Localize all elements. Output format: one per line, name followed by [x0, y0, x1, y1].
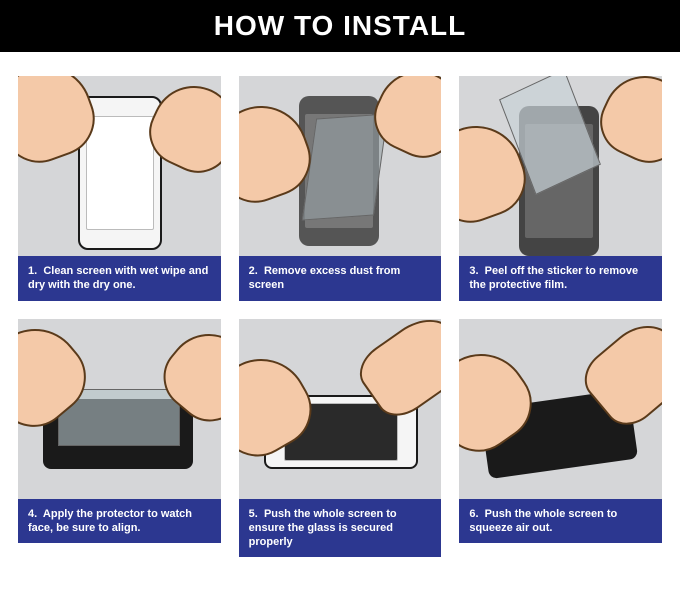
step-caption-3: 3. Peel off the sticker to remove the pr…	[459, 256, 662, 301]
step-num: 1.	[28, 265, 37, 277]
step-text: Push the whole screen to ensure the glas…	[249, 508, 397, 549]
step-illustration-3	[459, 76, 662, 256]
step-caption-1: 1. Clean screen with wet wipe and dry wi…	[18, 256, 221, 301]
step-illustration-1	[18, 76, 221, 256]
step-caption-4: 4. Apply the protector to watch face, be…	[18, 499, 221, 544]
step-num: 6.	[469, 508, 478, 520]
step-num: 5.	[249, 508, 258, 520]
step-illustration-6	[459, 319, 662, 499]
step-text: Remove excess dust from screen	[249, 265, 401, 291]
step-text: Peel off the sticker to remove the prote…	[469, 265, 638, 291]
step-num: 4.	[28, 508, 37, 520]
step-caption-6: 6. Push the whole screen to squeeze air …	[459, 499, 662, 544]
step-card-4: 4. Apply the protector to watch face, be…	[18, 319, 221, 558]
step-card-6: 6. Push the whole screen to squeeze air …	[459, 319, 662, 558]
step-illustration-5	[239, 319, 442, 499]
step-illustration-4	[18, 319, 221, 499]
step-illustration-2	[239, 76, 442, 256]
step-text: Push the whole screen to squeeze air out…	[469, 508, 617, 534]
step-card-2: 2. Remove excess dust from screen	[239, 76, 442, 301]
step-num: 3.	[469, 265, 478, 277]
step-text: Clean screen with wet wipe and dry with …	[28, 265, 208, 291]
step-card-3: 3. Peel off the sticker to remove the pr…	[459, 76, 662, 301]
step-card-5: 5. Push the whole screen to ensure the g…	[239, 319, 442, 558]
step-card-1: 1. Clean screen with wet wipe and dry wi…	[18, 76, 221, 301]
step-caption-5: 5. Push the whole screen to ensure the g…	[239, 499, 442, 558]
step-text: Apply the protector to watch face, be su…	[28, 508, 192, 534]
page-title: HOW TO INSTALL	[0, 0, 680, 52]
step-num: 2.	[249, 265, 258, 277]
steps-grid: 1. Clean screen with wet wipe and dry wi…	[0, 52, 680, 575]
step-caption-2: 2. Remove excess dust from screen	[239, 256, 442, 301]
